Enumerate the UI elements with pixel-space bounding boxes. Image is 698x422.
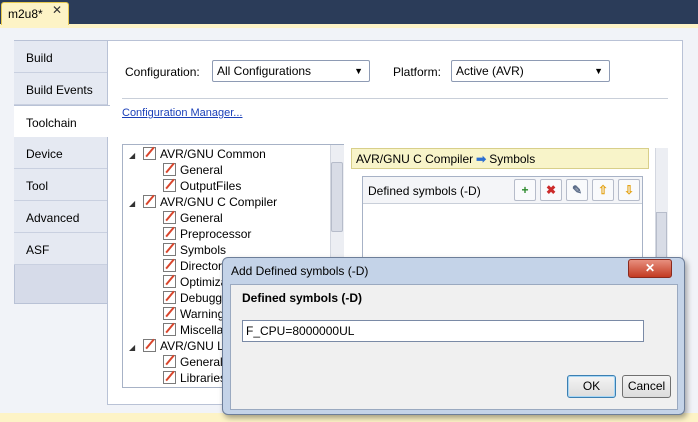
- delete-item-button[interactable]: ✖: [540, 179, 562, 201]
- tree-node-linker-general[interactable]: General: [163, 355, 223, 371]
- settings-page-icon: [143, 147, 156, 160]
- settings-page-icon: [163, 275, 176, 288]
- tree-node-compiler-general[interactable]: General: [163, 211, 223, 227]
- collapse-icon[interactable]: ◢: [129, 151, 139, 160]
- ok-button[interactable]: OK: [567, 375, 616, 398]
- tree-scrollbar-thumb[interactable]: [331, 162, 343, 232]
- settings-page-icon: [163, 211, 176, 224]
- settings-page-icon: [143, 339, 156, 352]
- cancel-button[interactable]: Cancel: [622, 375, 671, 398]
- move-up-button[interactable]: ⇧: [592, 179, 614, 201]
- sidebar-item-asf[interactable]: ASF: [14, 233, 108, 265]
- collapse-icon[interactable]: ◢: [129, 199, 139, 208]
- sidebar-item-tool[interactable]: Tool: [14, 169, 108, 201]
- settings-page-icon: [163, 227, 176, 240]
- move-down-button[interactable]: ⇩: [618, 179, 640, 201]
- dialog-title: Add Defined symbols (-D): [231, 264, 369, 278]
- configuration-select[interactable]: All Configurations ▼: [212, 60, 370, 82]
- close-tab-icon[interactable]: ✕: [52, 3, 62, 17]
- chevron-down-icon: ▼: [594, 66, 603, 76]
- configuration-label: Configuration:: [125, 65, 200, 79]
- configuration-value: All Configurations: [217, 64, 312, 78]
- breadcrumb-page: Symbols: [489, 152, 536, 166]
- dialog-close-button[interactable]: ✕: [628, 259, 672, 278]
- dialog-field-label: Defined symbols (-D): [242, 291, 363, 305]
- settings-page-icon: [163, 243, 176, 256]
- settings-page-icon: [163, 355, 176, 368]
- settings-page-icon: [163, 163, 176, 176]
- settings-page-icon: [163, 323, 176, 336]
- settings-page-icon: [163, 371, 176, 384]
- breadcrumb-section: AVR/GNU C Compiler: [356, 152, 474, 166]
- tree-node-outputfiles[interactable]: OutputFiles: [163, 179, 241, 195]
- arrow-right-icon: ➡: [476, 152, 487, 166]
- tree-node-avr-gnu-common[interactable]: ◢ AVR/GNU Common: [129, 147, 266, 163]
- add-item-button[interactable]: +: [514, 179, 536, 201]
- tree-node-preprocessor[interactable]: Preprocessor: [163, 227, 251, 243]
- platform-select[interactable]: Active (AVR) ▼: [451, 60, 610, 82]
- sidebar-item-advanced[interactable]: Advanced: [14, 201, 108, 233]
- collapse-icon[interactable]: ◢: [129, 343, 139, 352]
- settings-page-icon: [163, 179, 176, 192]
- settings-page-icon: [163, 259, 176, 272]
- settings-page-icon: [163, 307, 176, 320]
- platform-label: Platform:: [393, 65, 442, 79]
- tree-node-libraries[interactable]: Libraries: [163, 371, 226, 387]
- platform-value: Active (AVR): [456, 64, 524, 78]
- chevron-down-icon: ▼: [354, 66, 363, 76]
- sidebar-item-device[interactable]: Device: [14, 137, 108, 169]
- sidebar-item-build[interactable]: Build: [14, 41, 108, 73]
- configuration-manager-link[interactable]: Configuration Manager...: [122, 107, 242, 119]
- defined-symbols-label: Defined symbols (-D): [368, 184, 481, 198]
- tree-node-avr-gnu-c-compiler[interactable]: ◢ AVR/GNU C Compiler: [129, 195, 277, 211]
- settings-page-icon: [143, 195, 156, 208]
- tree-node-common-general[interactable]: General: [163, 163, 223, 179]
- edit-item-button[interactable]: ✎: [566, 179, 588, 201]
- breadcrumb: AVR/GNU C Compiler ➡ Symbols: [351, 148, 649, 169]
- defined-symbol-input[interactable]: F_CPU=8000000UL: [242, 320, 644, 342]
- sidebar-item-build-events[interactable]: Build Events: [14, 73, 108, 105]
- tree-node-symbols[interactable]: Symbols: [163, 243, 226, 259]
- tree-node-warnings[interactable]: Warnings: [163, 307, 230, 323]
- settings-page-icon: [163, 291, 176, 304]
- sidebar-item-toolchain[interactable]: Toolchain: [14, 105, 110, 137]
- document-tab-title: m2u8*: [8, 7, 43, 21]
- divider: [122, 98, 668, 99]
